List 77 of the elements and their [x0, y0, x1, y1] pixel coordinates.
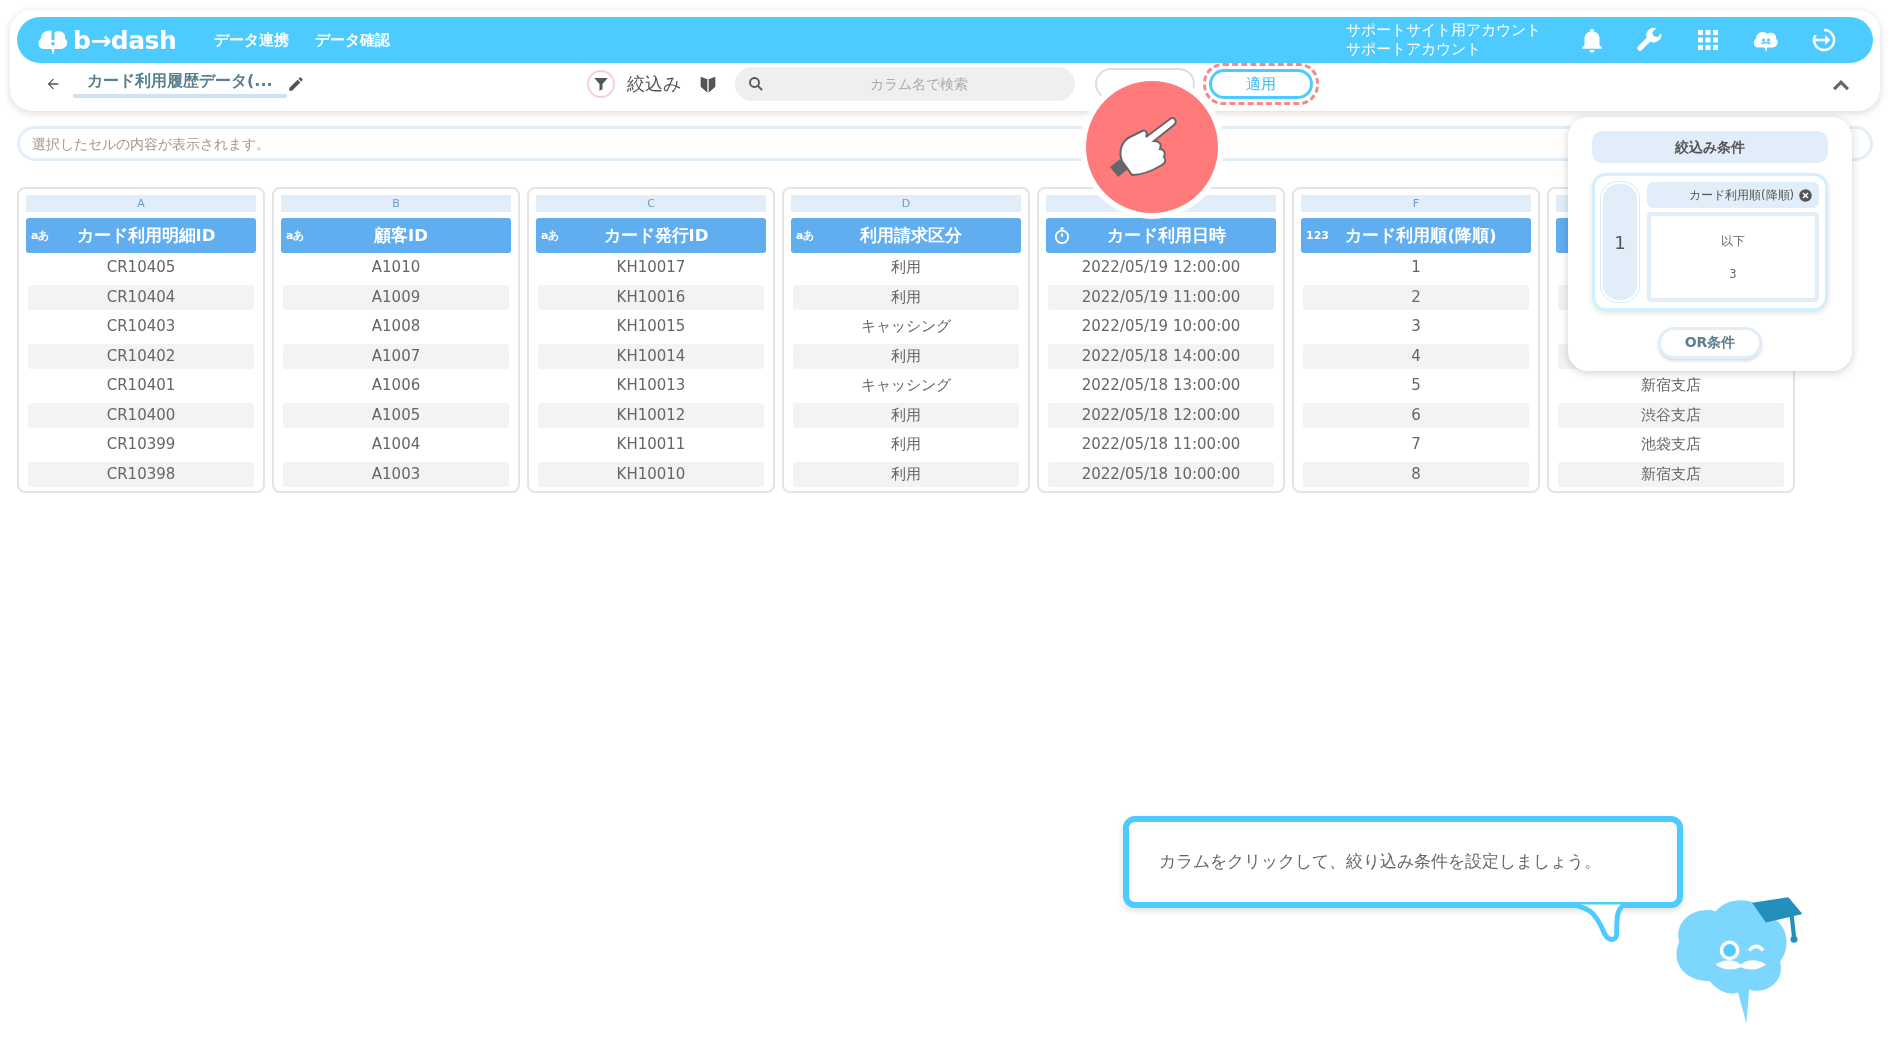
table-cell[interactable]: キャッシング	[793, 314, 1019, 339]
or-condition-button[interactable]: OR条件	[1657, 327, 1763, 359]
table-cell[interactable]: CR10399	[28, 432, 254, 457]
table-cell[interactable]: CR10405	[28, 255, 254, 280]
table-cell[interactable]: 利用	[793, 461, 1019, 487]
table-cell[interactable]: 2022/05/19 11:00:00	[1048, 284, 1274, 310]
dataset-title[interactable]: カード利用履歴データ(...	[73, 70, 287, 98]
table-cell[interactable]: 新宿支店	[1558, 373, 1784, 398]
panel-title: 絞込み条件	[1592, 131, 1828, 163]
table-cell[interactable]: CR10403	[28, 314, 254, 339]
table-cell[interactable]: KH10013	[538, 373, 764, 398]
number-type-label: 123	[1306, 229, 1329, 242]
text-type-label: aあ	[541, 228, 560, 243]
table-cell[interactable]: 2022/05/18 12:00:00	[1048, 402, 1274, 428]
table-cell[interactable]: KH10016	[538, 284, 764, 310]
table-cell[interactable]: A1006	[283, 373, 509, 398]
table-cell[interactable]: A1007	[283, 343, 509, 369]
table-cell[interactable]: KH10015	[538, 314, 764, 339]
table-cell[interactable]: 利用	[793, 343, 1019, 369]
table-cell[interactable]: KH10011	[538, 432, 764, 457]
table-cell[interactable]: 2022/05/19 12:00:00	[1048, 255, 1274, 280]
account-name: サポートアカウント	[1346, 40, 1482, 59]
condition-operator: 以下	[1721, 233, 1745, 249]
stopwatch-icon	[1052, 225, 1072, 246]
table-cell[interactable]: 利用	[793, 284, 1019, 310]
table-cell[interactable]: 4	[1303, 343, 1529, 369]
table-cell[interactable]: A1010	[283, 255, 509, 280]
search-icon	[746, 75, 765, 93]
table-cell[interactable]: 利用	[793, 255, 1019, 280]
table-cell[interactable]: CR10402	[28, 343, 254, 369]
table-cell[interactable]: 8	[1303, 461, 1529, 487]
table-cell[interactable]: KH10017	[538, 255, 764, 280]
table-cell[interactable]: 利用	[793, 432, 1019, 457]
table-cell[interactable]: 2022/05/18 10:00:00	[1048, 461, 1274, 487]
table-cell[interactable]: 7	[1303, 432, 1529, 457]
back-icon[interactable]	[45, 76, 61, 92]
table-cell[interactable]: A1003	[283, 461, 509, 487]
text-type-label: aあ	[31, 228, 50, 243]
filter-label: 絞込み	[626, 72, 681, 96]
table-cell[interactable]: CR10401	[28, 373, 254, 398]
table-cell[interactable]: 1	[1303, 255, 1529, 280]
table-cell[interactable]: 3	[1303, 314, 1529, 339]
group-number: 1	[1601, 182, 1639, 302]
search-field[interactable]: カラム名で検索	[734, 67, 1075, 101]
table-cell[interactable]: 2	[1303, 284, 1529, 310]
table-cell[interactable]: CR10398	[28, 461, 254, 487]
table-cell[interactable]: A1009	[283, 284, 509, 310]
text-type-label: aあ	[286, 228, 305, 243]
table-cell[interactable]: CR10404	[28, 284, 254, 310]
table-cell[interactable]: キャッシング	[793, 373, 1019, 398]
table-cell[interactable]: A1004	[283, 432, 509, 457]
table-cell[interactable]: 5	[1303, 373, 1529, 398]
pencil-icon[interactable]	[286, 75, 305, 93]
text-type-label: aあ	[796, 228, 815, 243]
table-cell[interactable]: KH10010	[538, 461, 764, 487]
condition-column: カード利用順(降順)	[1689, 187, 1794, 203]
condition-value: 3	[1729, 266, 1737, 281]
table-cell[interactable]: KH10014	[538, 343, 764, 369]
table-cell[interactable]: KH10012	[538, 402, 764, 428]
table-cell[interactable]: 2022/05/18 14:00:00	[1048, 343, 1274, 369]
table-cell[interactable]: 2022/05/18 13:00:00	[1048, 373, 1274, 398]
table-cell[interactable]: CR10400	[28, 402, 254, 428]
account-name: サポートサイト用アカウント	[1346, 21, 1541, 40]
table-cell[interactable]: 池袋支店	[1558, 432, 1784, 457]
condition-column-chip[interactable]: カード利用順(降順)	[1647, 182, 1819, 208]
table-cell[interactable]: A1008	[283, 314, 509, 339]
table-cell[interactable]: 渋谷支店	[1558, 402, 1784, 428]
condition-box[interactable]: 以下 3	[1647, 212, 1819, 302]
table-cell[interactable]: 6	[1303, 402, 1529, 428]
table-cell[interactable]: 利用	[793, 402, 1019, 428]
table-cell[interactable]: 2022/05/19 10:00:00	[1048, 314, 1274, 339]
table-cell[interactable]: A1005	[283, 402, 509, 428]
close-icon[interactable]	[1798, 187, 1813, 203]
table-cell[interactable]: 2022/05/18 11:00:00	[1048, 432, 1274, 457]
filter-button[interactable]	[586, 70, 615, 98]
table-cell[interactable]: 新宿支店	[1558, 461, 1784, 487]
guide-message: カラムをクリックして、絞り込み条件を設定しましょう。	[1159, 851, 1601, 873]
